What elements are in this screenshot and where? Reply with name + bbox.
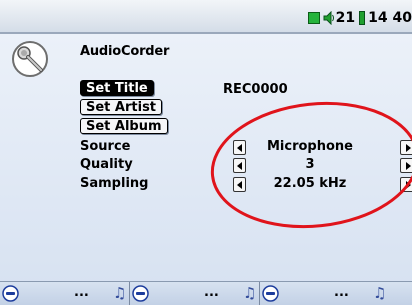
music-note-icon: ♫ <box>113 284 127 302</box>
source-label: Source <box>80 139 131 154</box>
source-value: Microphone <box>266 139 353 154</box>
status-bar: 21 14 40 <box>0 0 412 34</box>
volume-level: 21 <box>335 10 356 26</box>
options-icon <box>2 285 19 302</box>
clock: 14 40 <box>368 10 412 26</box>
quality-value: 3 <box>305 157 315 172</box>
status-indicators: 21 14 40 <box>307 8 412 28</box>
toolbar-slot-3-dots: ... <box>334 285 349 300</box>
audiocorder-screen: 21 14 40 AudioCorder Set Title Set Artis… <box>0 0 412 305</box>
set-artist-button[interactable]: Set Artist <box>80 99 163 115</box>
toolbar-slot-2[interactable]: ... ♫ <box>130 282 260 305</box>
toolbar-slot-3[interactable]: ... ♫ <box>260 282 390 305</box>
sampling-next-arrow-icon[interactable] <box>400 177 412 192</box>
set-album-button[interactable]: Set Album <box>80 118 168 134</box>
quality-next-arrow-icon[interactable] <box>400 158 412 173</box>
toolbar-slot-1[interactable]: ... ♫ <box>0 282 130 305</box>
recording-title-value: REC0000 <box>223 82 288 97</box>
status-square-icon <box>307 12 320 24</box>
options-icon <box>132 285 149 302</box>
toolbar-slot-1-dots: ... <box>74 285 89 300</box>
toolbar-slot-2-dots: ... <box>204 285 219 300</box>
music-note-icon: ♫ <box>373 284 387 302</box>
app-title: AudioCorder <box>80 44 170 59</box>
options-icon <box>262 285 279 302</box>
microphone-app-icon <box>12 41 48 77</box>
speaker-icon <box>323 11 334 25</box>
music-note-icon: ♫ <box>243 284 257 302</box>
battery-icon <box>359 11 366 25</box>
set-title-button[interactable]: Set Title <box>80 80 154 96</box>
quality-label: Quality <box>80 157 133 172</box>
bottom-toolbar: ... ♫ ... ♫ ... ♫ <box>0 281 412 305</box>
sampling-label: Sampling <box>80 176 149 191</box>
source-next-arrow-icon[interactable] <box>400 140 412 155</box>
sampling-value: 22.05 kHz <box>273 176 347 191</box>
